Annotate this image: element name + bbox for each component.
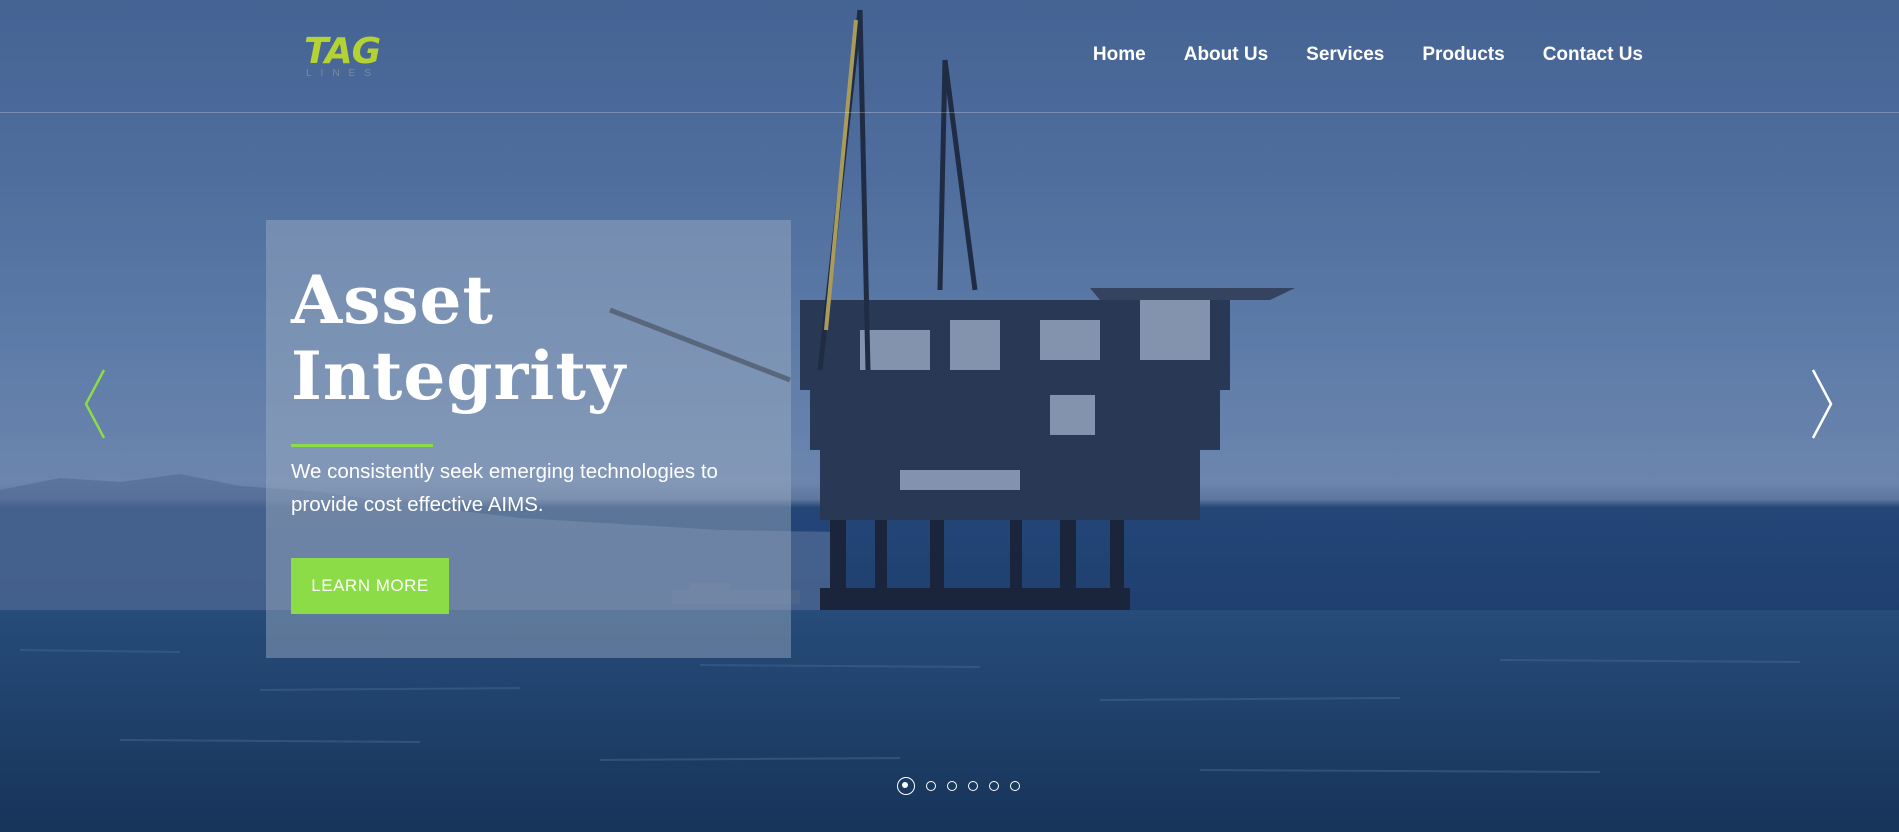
slider-dot[interactable] <box>947 781 957 791</box>
learn-more-button[interactable]: LEARN MORE <box>291 558 449 614</box>
slider-dot[interactable] <box>926 781 936 791</box>
logo-subtext: LINES <box>306 68 380 79</box>
slider-dot[interactable] <box>1010 781 1020 791</box>
chevron-left-icon[interactable] <box>82 368 112 440</box>
slide-title: Asset Integrity <box>291 262 771 414</box>
logo-mark: TAG <box>304 31 381 72</box>
slider-dot[interactable] <box>968 781 978 791</box>
slide-description: We consistently seek emerging technologi… <box>291 460 718 516</box>
nav-products[interactable]: Products <box>1422 44 1504 66</box>
chevron-right-icon[interactable] <box>1807 368 1837 440</box>
nav-services[interactable]: Services <box>1306 44 1384 66</box>
nav-home[interactable]: Home <box>1093 44 1146 66</box>
slider-dot[interactable] <box>897 777 915 795</box>
slide-title-line2: Integrity <box>291 337 627 415</box>
brand-logo[interactable]: TAG LINES <box>304 34 384 84</box>
slider-pagination <box>897 777 1020 795</box>
slider-dot[interactable] <box>989 781 999 791</box>
nav-contact-us[interactable]: Contact Us <box>1543 44 1643 66</box>
site-header: TAG LINES Home About Us Services Product… <box>0 0 1899 113</box>
slide-divider <box>291 444 433 447</box>
nav-about-us[interactable]: About Us <box>1184 44 1268 66</box>
main-nav: Home About Us Services Products Contact … <box>1093 44 1643 66</box>
slide-title-line1: Asset <box>291 261 494 339</box>
